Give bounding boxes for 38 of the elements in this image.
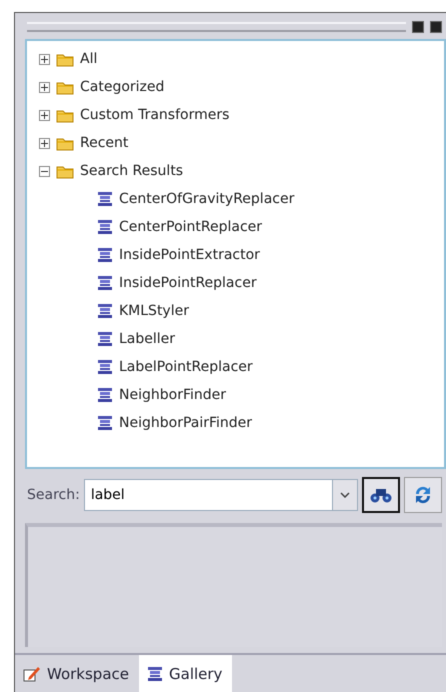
tree-item[interactable]: CenterOfGravityReplacer (119, 191, 294, 207)
tree-item[interactable]: Recent (80, 135, 128, 151)
expander-icon[interactable] (39, 54, 50, 64)
tree-item[interactable]: Categorized (80, 79, 164, 95)
search-button[interactable] (362, 477, 400, 513)
transformer-icon (97, 219, 113, 235)
transformer-icon (97, 415, 113, 431)
tree-item[interactable]: Labeller (119, 331, 176, 347)
refresh-button[interactable] (404, 477, 442, 513)
title-bar-grip[interactable] (27, 22, 406, 32)
transformer-icon (97, 387, 113, 403)
expander-icon[interactable] (39, 110, 50, 120)
expander-icon[interactable] (39, 82, 50, 92)
transformer-icon (97, 191, 113, 207)
search-field[interactable]: label (84, 479, 332, 511)
tree-item[interactable]: CenterPointReplacer (119, 219, 262, 235)
transformer-icon (97, 331, 113, 347)
expander-icon[interactable] (39, 138, 50, 148)
transformer-icon (97, 359, 113, 375)
tree-item[interactable]: InsidePointReplacer (119, 275, 257, 291)
tree-item[interactable]: NeighborPairFinder (119, 415, 252, 431)
expander-icon[interactable] (39, 166, 50, 176)
tree-item[interactable]: LabelPointReplacer (119, 359, 253, 375)
tree-item[interactable]: Search Results (80, 163, 184, 179)
transformer-icon (97, 247, 113, 263)
tree-item[interactable]: All (80, 51, 98, 67)
dropdown-icon[interactable] (332, 479, 358, 511)
binoculars-icon (370, 486, 392, 504)
transformer-icon (97, 303, 113, 319)
transformer-icon (97, 275, 113, 291)
tree-item[interactable]: InsidePointExtractor (119, 247, 260, 263)
transformer-icon (147, 666, 163, 682)
tree-item[interactable]: Custom Transformers (80, 107, 230, 123)
pencil-icon (23, 665, 41, 683)
tree-item[interactable]: KMLStyler (119, 303, 189, 319)
tree-item[interactable]: NeighborFinder (119, 387, 226, 403)
tab[interactable]: Gallery (139, 655, 232, 692)
search-label: Search: (27, 487, 80, 503)
